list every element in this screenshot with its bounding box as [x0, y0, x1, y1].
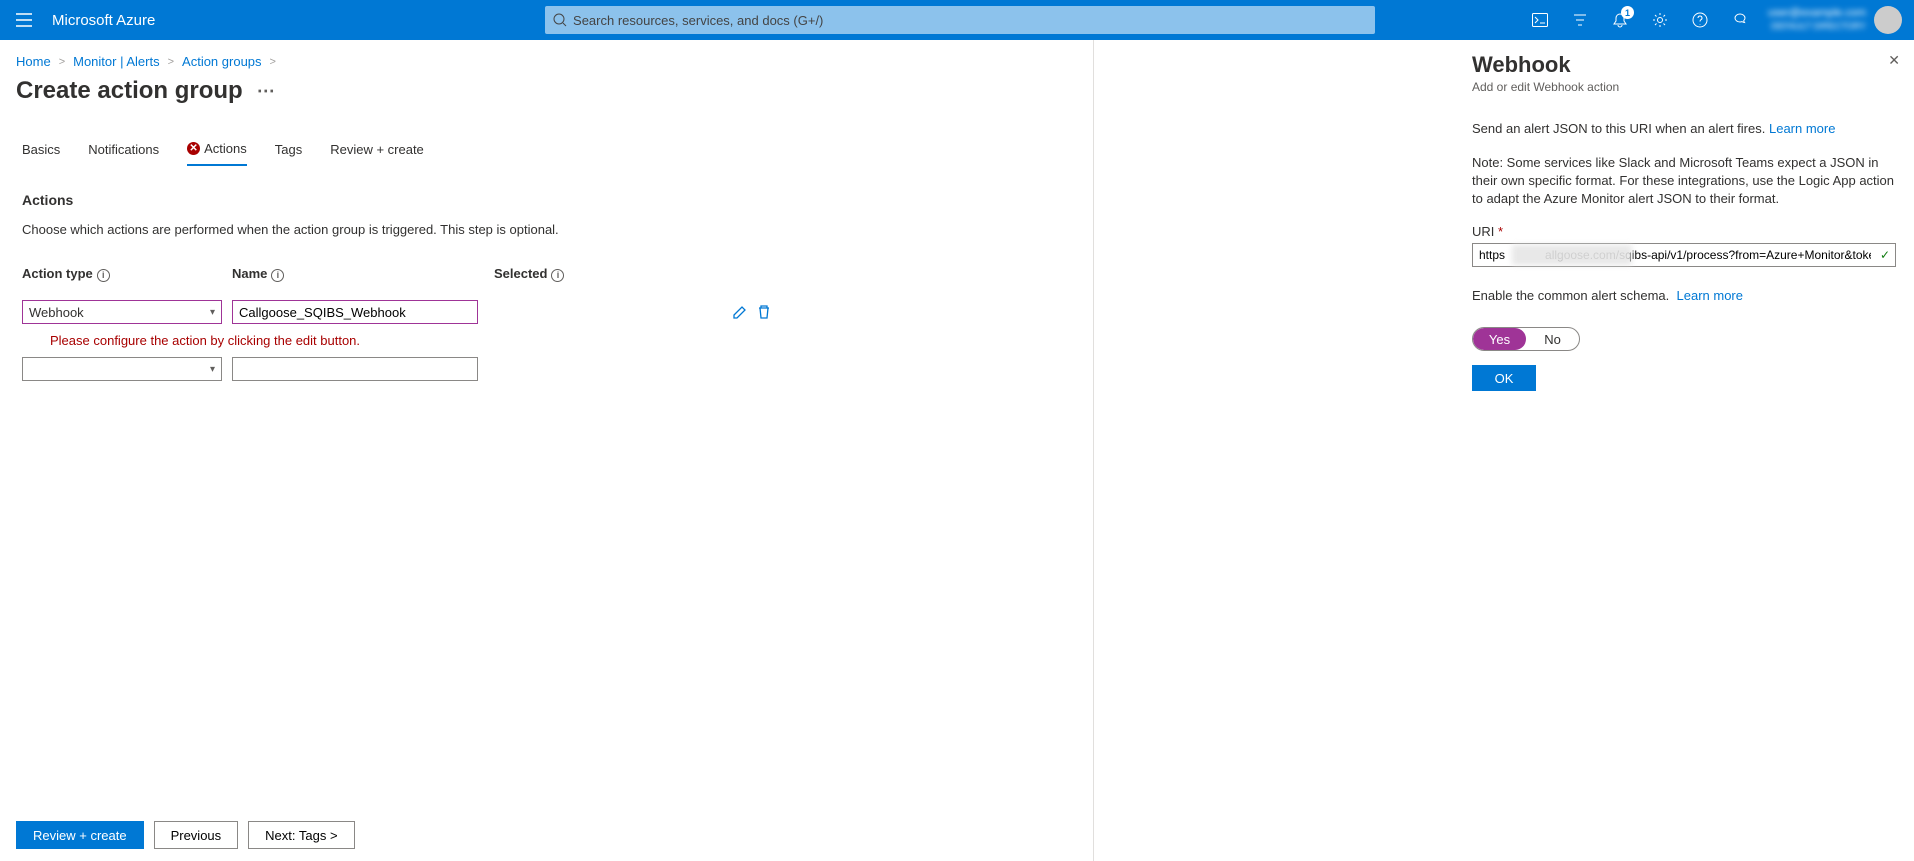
- action-name-input[interactable]: [232, 357, 478, 381]
- avatar[interactable]: [1874, 6, 1902, 34]
- uri-label: URI *: [1472, 224, 1896, 239]
- hamburger-menu[interactable]: [0, 0, 48, 40]
- notifications-icon[interactable]: 1: [1600, 0, 1640, 40]
- tab-notifications[interactable]: Notifications: [88, 141, 159, 166]
- action-name-input[interactable]: [232, 300, 478, 324]
- ok-button[interactable]: OK: [1472, 365, 1536, 391]
- panel-desc1: Send an alert JSON to this URI when an a…: [1472, 120, 1896, 138]
- tab-review[interactable]: Review + create: [330, 141, 424, 166]
- search-icon: [553, 13, 567, 27]
- schema-toggle[interactable]: Yes No: [1472, 327, 1580, 351]
- help-icon[interactable]: [1680, 0, 1720, 40]
- chevron-right-icon: >: [168, 56, 174, 68]
- chevron-right-icon: >: [59, 56, 65, 68]
- obscured-region: [1512, 245, 1632, 265]
- next-button[interactable]: Next: Tags >: [248, 821, 354, 849]
- action-type-select[interactable]: Webhook ▾: [22, 300, 222, 324]
- chevron-right-icon: >: [270, 56, 276, 68]
- tab-actions-label: Actions: [204, 141, 247, 156]
- review-create-button[interactable]: Review + create: [16, 821, 144, 849]
- account-area[interactable]: user@example.com DEFAULT DIRECTORY: [1760, 6, 1910, 34]
- col-action-type: Action typei: [22, 266, 232, 282]
- breadcrumb-monitor[interactable]: Monitor | Alerts: [73, 54, 159, 69]
- tab-basics[interactable]: Basics: [22, 141, 60, 166]
- error-icon: ✕: [187, 142, 200, 155]
- close-icon[interactable]: ✕: [1888, 52, 1900, 69]
- breadcrumb-actiongroups[interactable]: Action groups: [182, 54, 262, 69]
- settings-icon[interactable]: [1640, 0, 1680, 40]
- feedback-icon[interactable]: [1720, 0, 1760, 40]
- learn-more-link[interactable]: Learn more: [1677, 288, 1743, 303]
- brand-label[interactable]: Microsoft Azure: [48, 12, 195, 29]
- notification-badge: 1: [1621, 6, 1634, 19]
- chevron-down-icon: ▾: [210, 364, 215, 375]
- menu-icon: [16, 13, 32, 27]
- col-selected: Selectedi: [482, 266, 682, 282]
- action-type-select[interactable]: ▾: [22, 357, 222, 381]
- more-icon[interactable]: ⋯: [257, 81, 276, 102]
- info-icon[interactable]: i: [97, 269, 110, 282]
- panel-title: Webhook: [1472, 52, 1896, 78]
- tab-actions[interactable]: ✕ Actions: [187, 141, 247, 166]
- filter-icon[interactable]: [1560, 0, 1600, 40]
- tab-tags[interactable]: Tags: [275, 141, 302, 166]
- info-icon[interactable]: i: [271, 269, 284, 282]
- chevron-down-icon: ▾: [210, 307, 215, 318]
- info-icon[interactable]: i: [551, 269, 564, 282]
- footer-actions: Review + create Previous Next: Tags >: [16, 821, 355, 849]
- panel-divider: [1093, 40, 1094, 861]
- edit-icon[interactable]: [732, 304, 748, 320]
- search-input[interactable]: [573, 13, 1367, 28]
- webhook-panel: ✕ Webhook Add or edit Webhook action Sen…: [1454, 40, 1914, 861]
- col-name: Namei: [232, 266, 482, 282]
- breadcrumb-home[interactable]: Home: [16, 54, 51, 69]
- delete-icon[interactable]: [756, 304, 772, 320]
- page-title: Create action group: [16, 77, 243, 105]
- toggle-no[interactable]: No: [1526, 328, 1579, 350]
- learn-more-link[interactable]: Learn more: [1769, 121, 1835, 136]
- panel-subtitle: Add or edit Webhook action: [1472, 80, 1896, 94]
- panel-desc2: Note: Some services like Slack and Micro…: [1472, 154, 1896, 208]
- account-email: user@example.com: [1768, 7, 1866, 20]
- toggle-yes[interactable]: Yes: [1473, 328, 1526, 350]
- previous-button[interactable]: Previous: [154, 821, 239, 849]
- action-type-value: Webhook: [29, 305, 84, 320]
- top-bar: Microsoft Azure 1 user@example.com DEFAU…: [0, 0, 1914, 40]
- global-search[interactable]: [545, 6, 1375, 34]
- check-icon: ✓: [1880, 248, 1890, 262]
- account-directory: DEFAULT DIRECTORY: [1768, 20, 1866, 33]
- schema-label-row: Enable the common alert schema. Learn mo…: [1472, 287, 1896, 305]
- cloud-shell-icon[interactable]: [1520, 0, 1560, 40]
